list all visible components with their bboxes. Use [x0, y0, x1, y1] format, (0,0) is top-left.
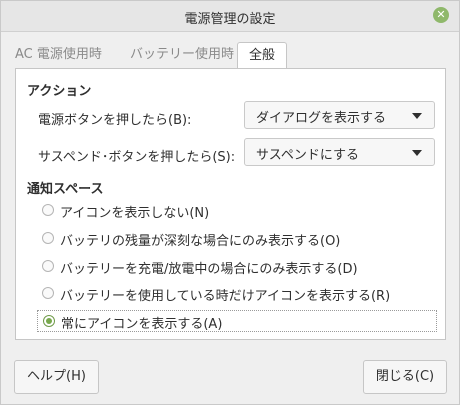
general-panel: アクション 電源ボタンを押したら(B): ダイアログを表示する サスペンド･ボタ… — [15, 68, 446, 340]
radio-button[interactable] — [42, 232, 54, 244]
tab-ac-power[interactable]: AC 電源使用時 — [15, 42, 115, 67]
power-settings-window: 電源管理の設定 ✕ AC 電源使用時 バッテリー使用時 全般 アクション 電源ボ… — [0, 0, 460, 405]
radio-label: バッテリの残量が深刻な場合にのみ表示する(O) — [60, 234, 341, 249]
suspend-button-dropdown[interactable]: サスペンドにする — [244, 138, 435, 166]
radio-always-show[interactable]: 常にアイコンを表示する(A) — [37, 310, 437, 332]
radio-button[interactable] — [42, 287, 54, 299]
radio-button[interactable] — [42, 260, 54, 272]
radio-never-show[interactable]: アイコンを表示しない(N) — [37, 200, 287, 222]
tray-heading: 通知スペース — [27, 182, 104, 197]
title-bar[interactable]: 電源管理の設定 ✕ — [1, 1, 459, 32]
close-icon[interactable]: ✕ — [433, 7, 449, 23]
radio-button-selected[interactable] — [43, 315, 55, 327]
chevron-down-icon — [412, 150, 422, 156]
actions-heading: アクション — [27, 84, 92, 99]
radio-critical-only[interactable]: バッテリの残量が深刻な場合にのみ表示する(O) — [37, 228, 397, 250]
help-button[interactable]: ヘルプ(H) — [14, 360, 99, 394]
radio-label: 常にアイコンを表示する(A) — [61, 317, 223, 332]
radio-label: バッテリーを充電/放電中の場合にのみ表示する(D) — [60, 262, 358, 277]
radio-label: バッテリーを使用している時だけアイコンを表示する(R) — [60, 289, 391, 304]
radio-on-battery[interactable]: バッテリーを使用している時だけアイコンを表示する(R) — [37, 283, 417, 305]
radio-label: アイコンを表示しない(N) — [60, 206, 210, 221]
power-button-value: ダイアログを表示する — [256, 111, 387, 126]
tab-general[interactable]: 全般 — [237, 42, 287, 69]
power-button-label: 電源ボタンを押したら(B): — [38, 113, 192, 128]
chevron-down-icon — [412, 113, 422, 119]
window-title: 電源管理の設定 — [184, 12, 276, 27]
close-button[interactable]: 閉じる(C) — [363, 360, 447, 394]
radio-charging-only[interactable]: バッテリーを充電/放電中の場合にのみ表示する(D) — [37, 256, 397, 278]
suspend-button-label: サスペンド･ボタンを押したら(S): — [38, 150, 236, 165]
tab-battery[interactable]: バッテリー使用時 — [130, 42, 240, 67]
power-button-dropdown[interactable]: ダイアログを表示する — [244, 101, 435, 129]
radio-button[interactable] — [42, 204, 54, 216]
suspend-button-value: サスペンドにする — [256, 148, 359, 163]
